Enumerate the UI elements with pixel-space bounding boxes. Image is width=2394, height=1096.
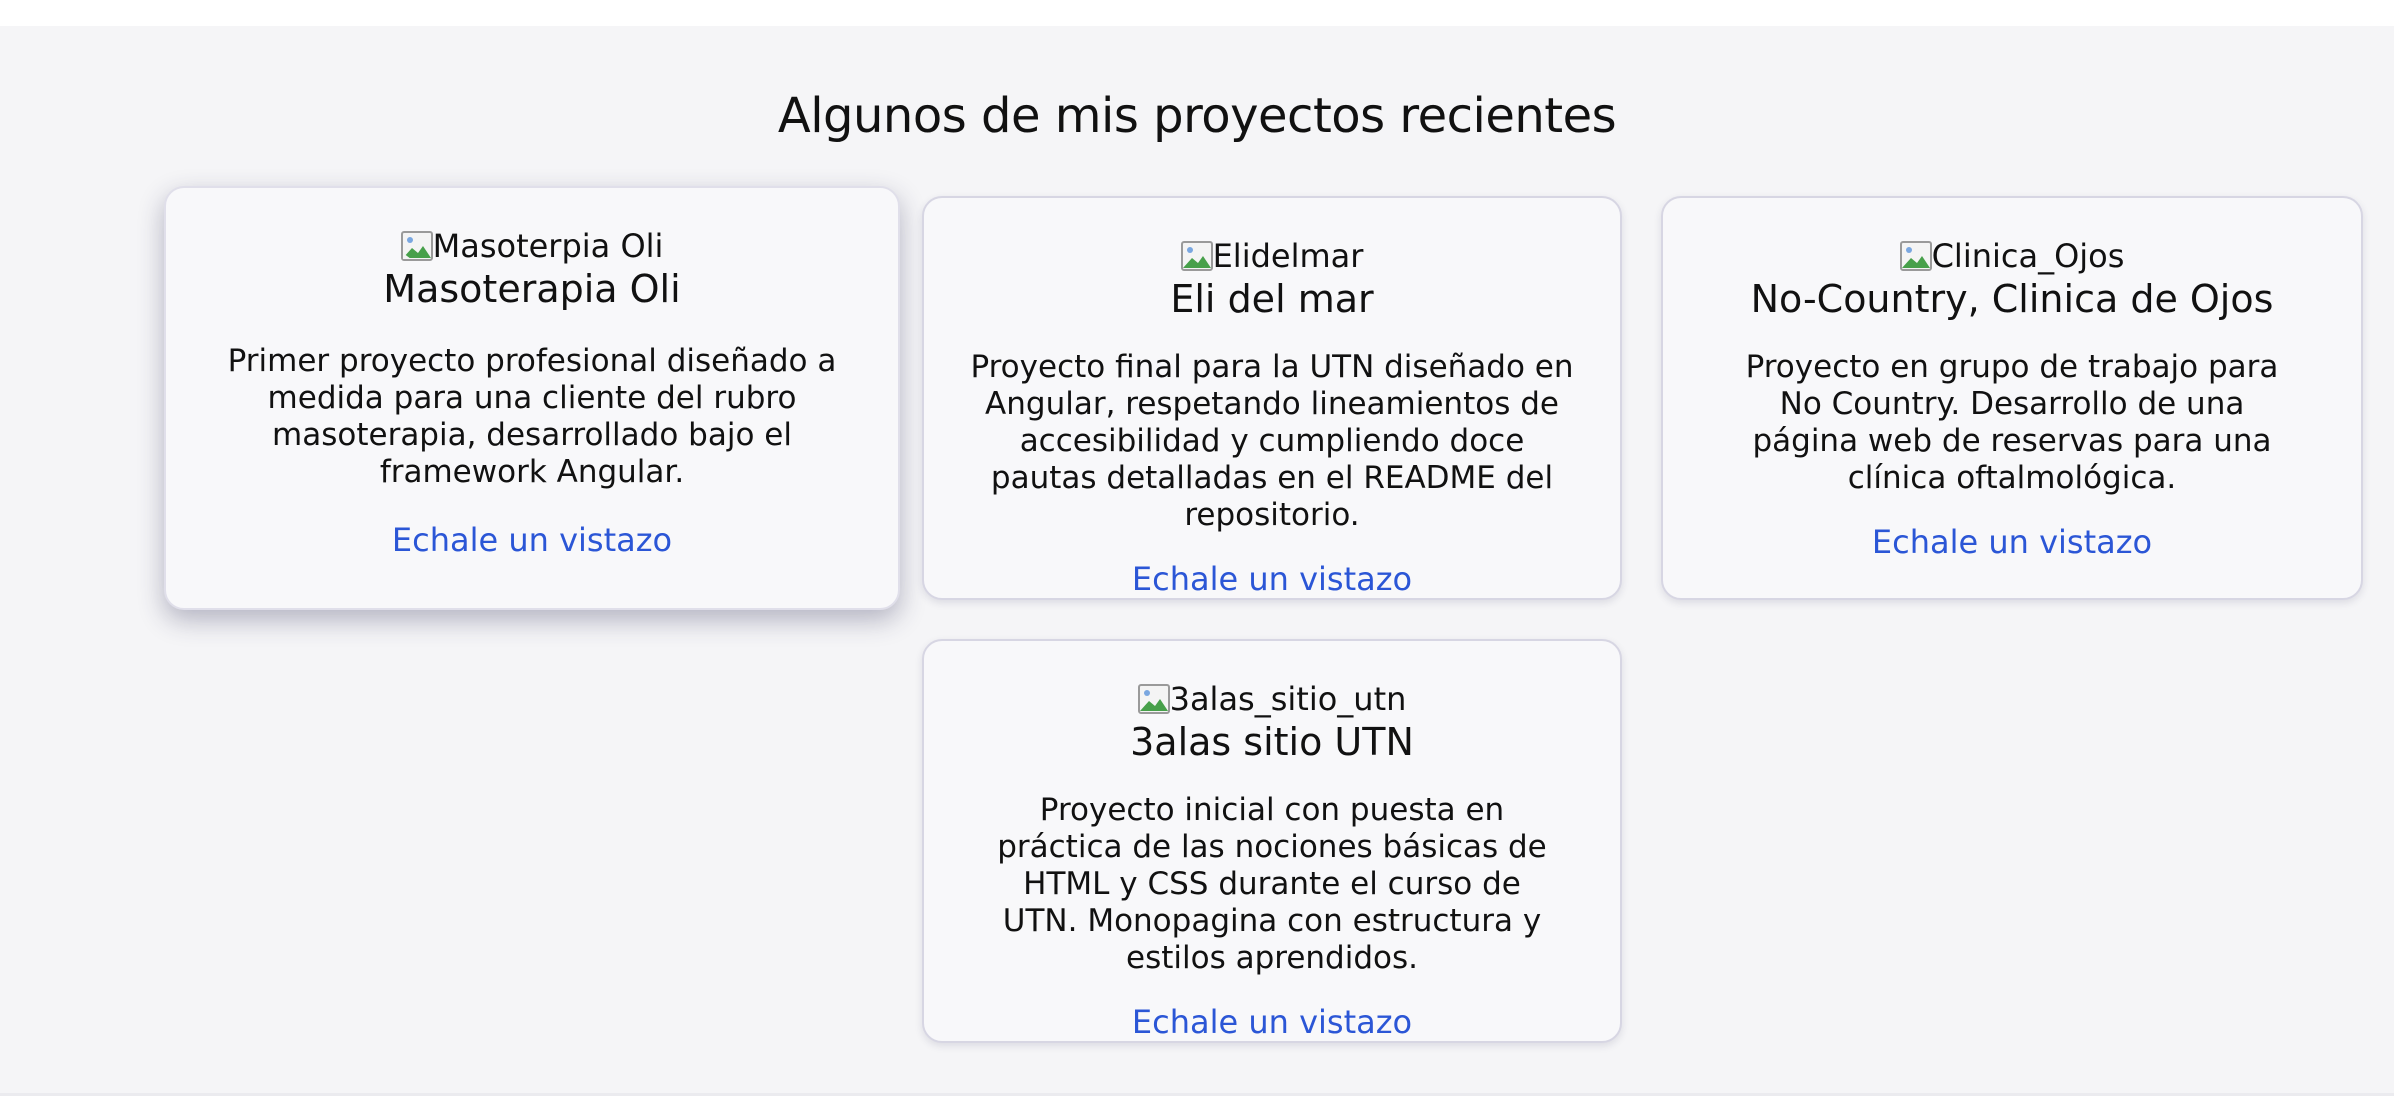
project-image: 3alas_sitio_utn <box>1137 680 1407 718</box>
project-description: Proyecto final para la UTN diseñado en A… <box>970 349 1574 533</box>
broken-image-icon <box>400 231 433 261</box>
project-image: Elidelmar <box>1180 237 1364 275</box>
top-strip <box>0 0 2394 26</box>
project-card-masoterapia-oli: Masoterpia Oli Masoterapia Oli Primer pr… <box>164 186 900 610</box>
view-project-link[interactable]: Echale un vistazo <box>392 521 672 559</box>
broken-image-icon <box>1137 684 1170 714</box>
view-project-link[interactable]: Echale un vistazo <box>1132 560 1412 598</box>
image-alt-text: Masoterpia Oli <box>432 227 664 265</box>
image-alt-text: Clinica_Ojos <box>1931 237 2125 275</box>
project-card-3alas-sitio-utn: 3alas_sitio_utn 3alas sitio UTN Proyecto… <box>922 639 1622 1043</box>
project-description: Proyecto en grupo de trabajo para No Cou… <box>1745 349 2279 496</box>
project-description: Primer proyecto profesional diseñado a m… <box>227 343 837 490</box>
view-project-link[interactable]: Echale un vistazo <box>1132 1003 1412 1041</box>
project-title: Eli del mar <box>1170 277 1374 321</box>
image-alt-text: 3alas_sitio_utn <box>1169 680 1407 718</box>
project-card-clinica-ojos: Clinica_Ojos No-Country, Clinica de Ojos… <box>1661 196 2363 600</box>
broken-image-icon <box>1899 241 1932 271</box>
project-title: 3alas sitio UTN <box>1130 720 1414 764</box>
image-alt-text: Elidelmar <box>1212 237 1364 275</box>
broken-image-icon <box>1180 241 1213 271</box>
project-image: Masoterpia Oli <box>400 227 664 265</box>
project-image: Clinica_Ojos <box>1899 237 2125 275</box>
section-title: Algunos de mis proyectos recientes <box>777 88 1617 144</box>
project-title: No-Country, Clinica de Ojos <box>1750 277 2274 321</box>
view-project-link[interactable]: Echale un vistazo <box>1872 523 2152 561</box>
project-description: Proyecto inicial con puesta en práctica … <box>997 792 1547 976</box>
project-title: Masoterapia Oli <box>383 267 681 311</box>
projects-section: Algunos de mis proyectos recientes Masot… <box>0 26 2394 1096</box>
project-card-eli-del-mar: Elidelmar Eli del mar Proyecto final par… <box>922 196 1622 600</box>
